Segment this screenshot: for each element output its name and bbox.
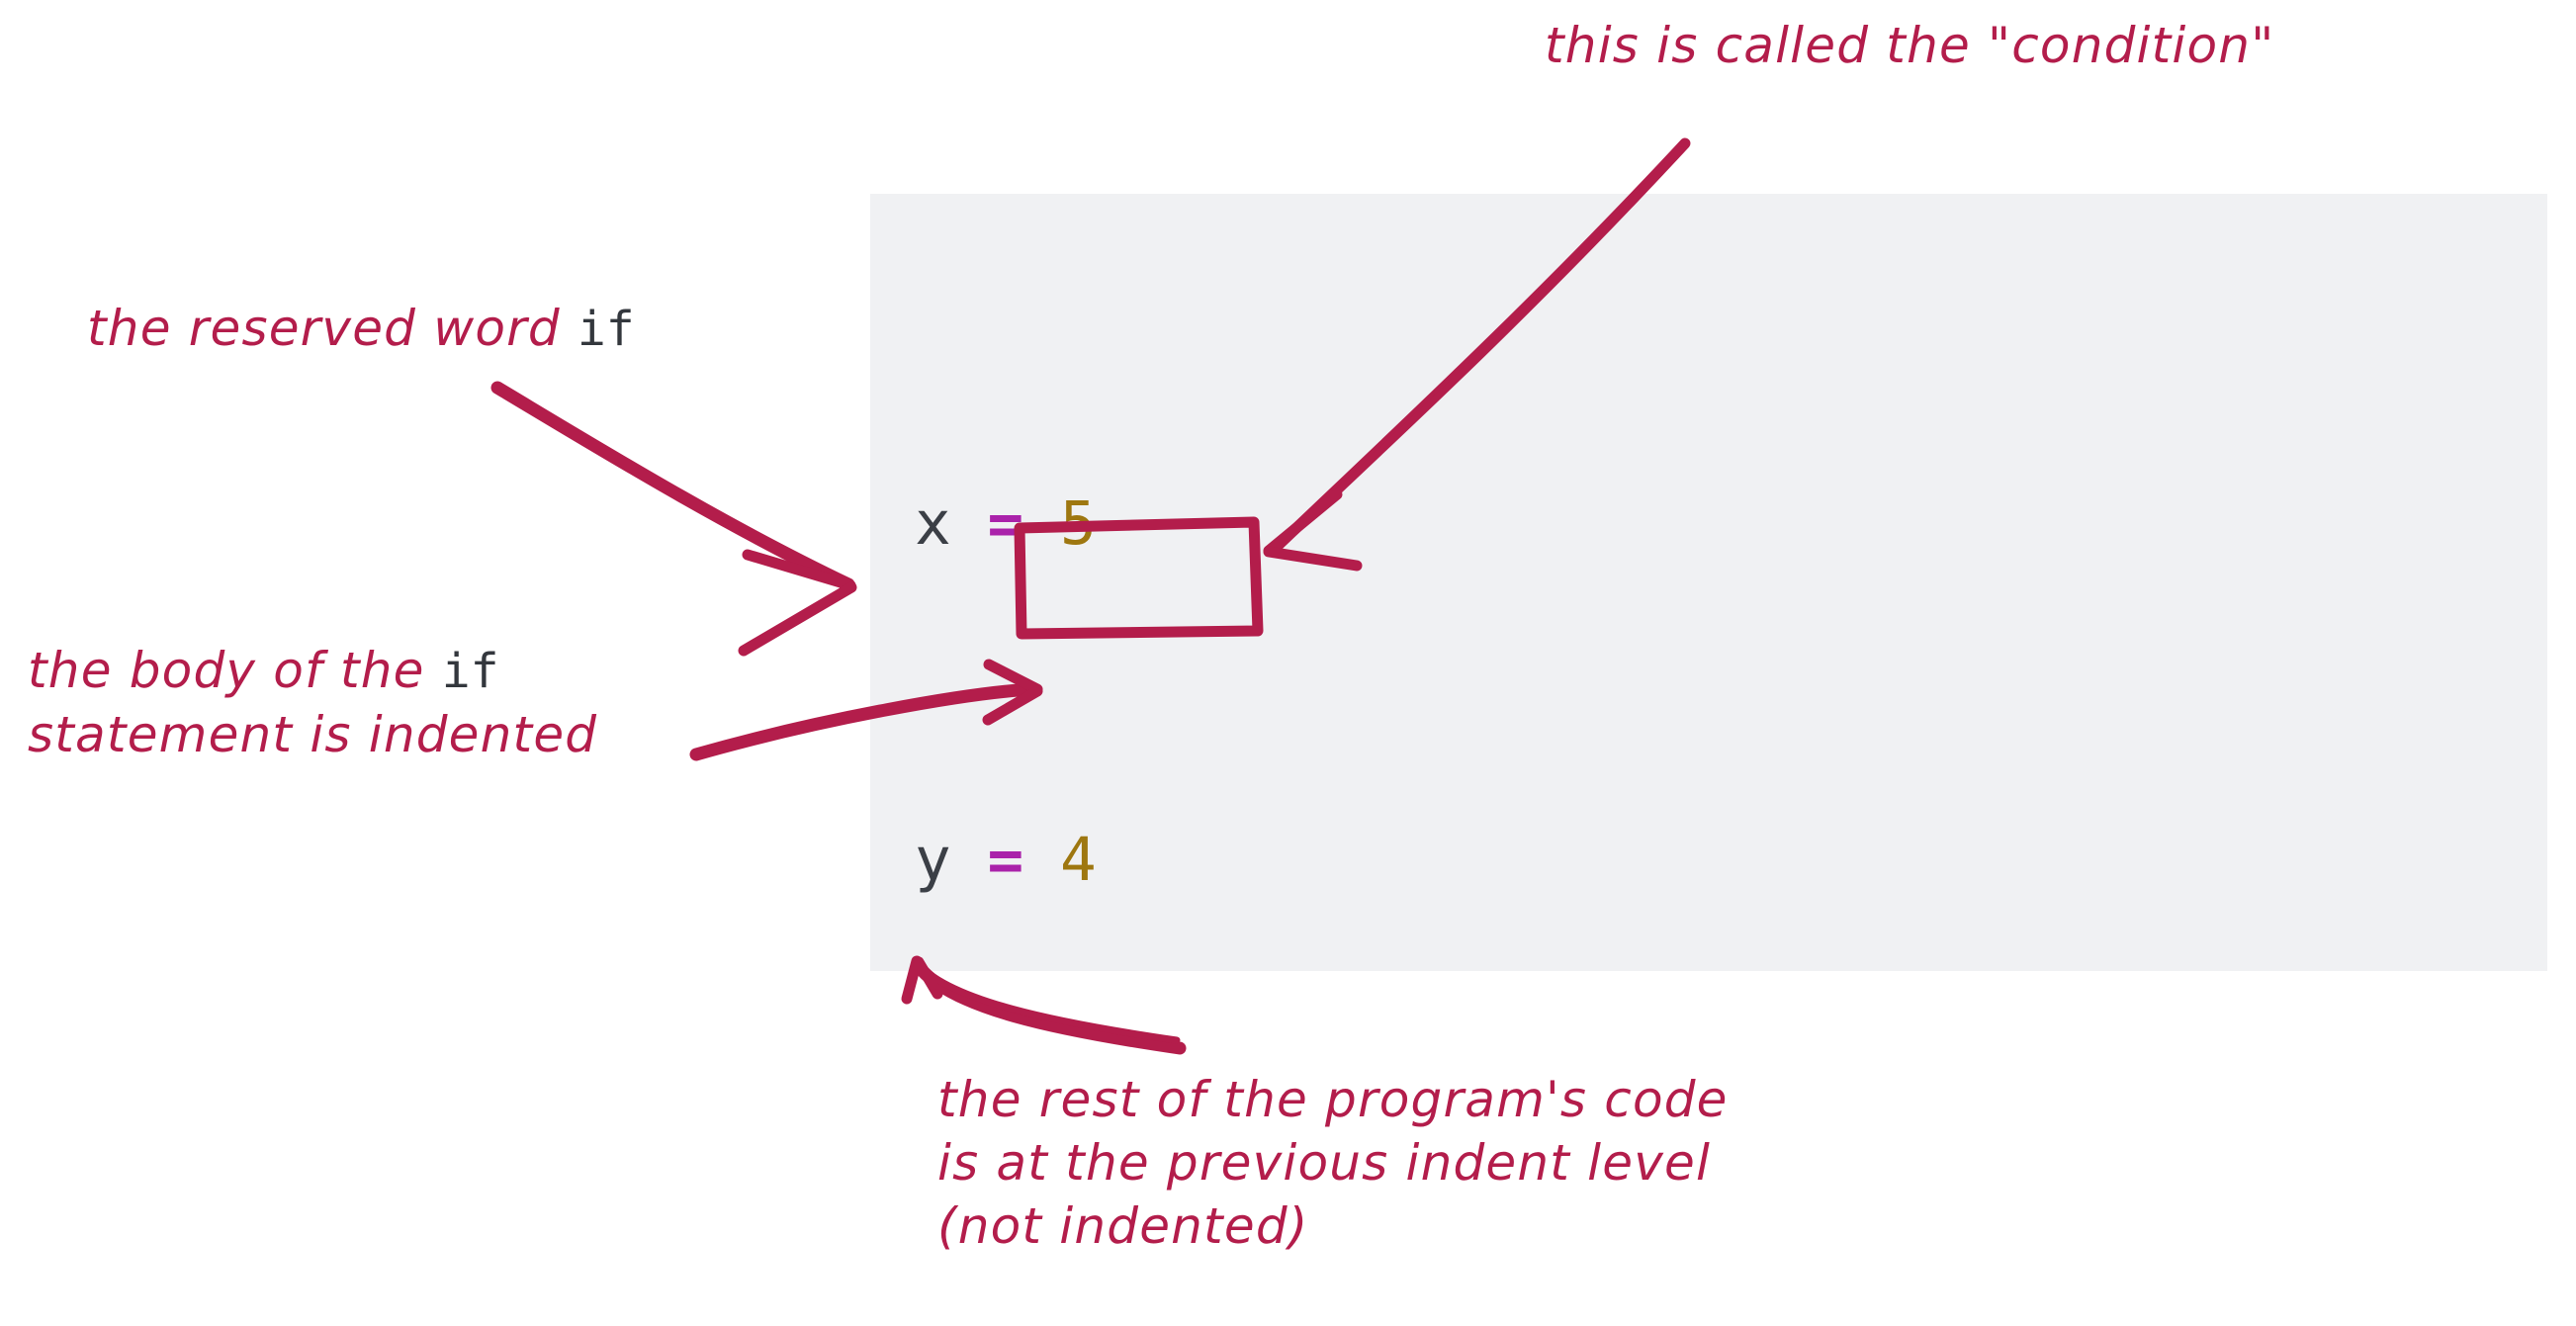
code-line-2: y = 4 <box>915 818 2041 902</box>
annotation-condition-label: this is called the "condition" <box>1545 17 2275 74</box>
diagram-canvas: x = 5 y = 4 if x > y: print('X is larger… <box>0 0 2576 1326</box>
annotation-rest-line2: is at the previous indent level <box>937 1134 1712 1192</box>
number-literal-4: 4 <box>1059 825 1097 895</box>
identifier-x: x <box>915 488 951 559</box>
code-block: x = 5 y = 4 if x > y: print('X is larger… <box>870 194 2547 971</box>
annotation-body-indent-line1-code: if <box>441 644 499 699</box>
assign-operator: = <box>987 488 1024 559</box>
annotation-body-indent: the body of the if statement is indented <box>28 639 597 766</box>
identifier-y: y <box>915 825 951 895</box>
annotation-rest-line3: (not indented) <box>937 1197 1309 1255</box>
annotation-rest-line1: the rest of the program's code <box>937 1071 1729 1128</box>
annotation-rest-of-program: the rest of the program's code is at the … <box>937 1068 1729 1258</box>
assign-operator: = <box>987 825 1024 895</box>
code-line-1: x = 5 <box>915 482 2041 566</box>
annotation-reserved-word-lead: the reserved word <box>87 300 577 357</box>
annotation-body-indent-line1-lead: the body of the <box>28 642 442 699</box>
annotation-reserved-word: the reserved word if <box>87 297 635 361</box>
annotation-reserved-word-code: if <box>577 302 635 357</box>
arrow-to-if-keyword <box>490 381 857 657</box>
annotation-body-indent-line2: statement is indented <box>28 706 598 763</box>
number-literal-5: 5 <box>1059 488 1097 559</box>
